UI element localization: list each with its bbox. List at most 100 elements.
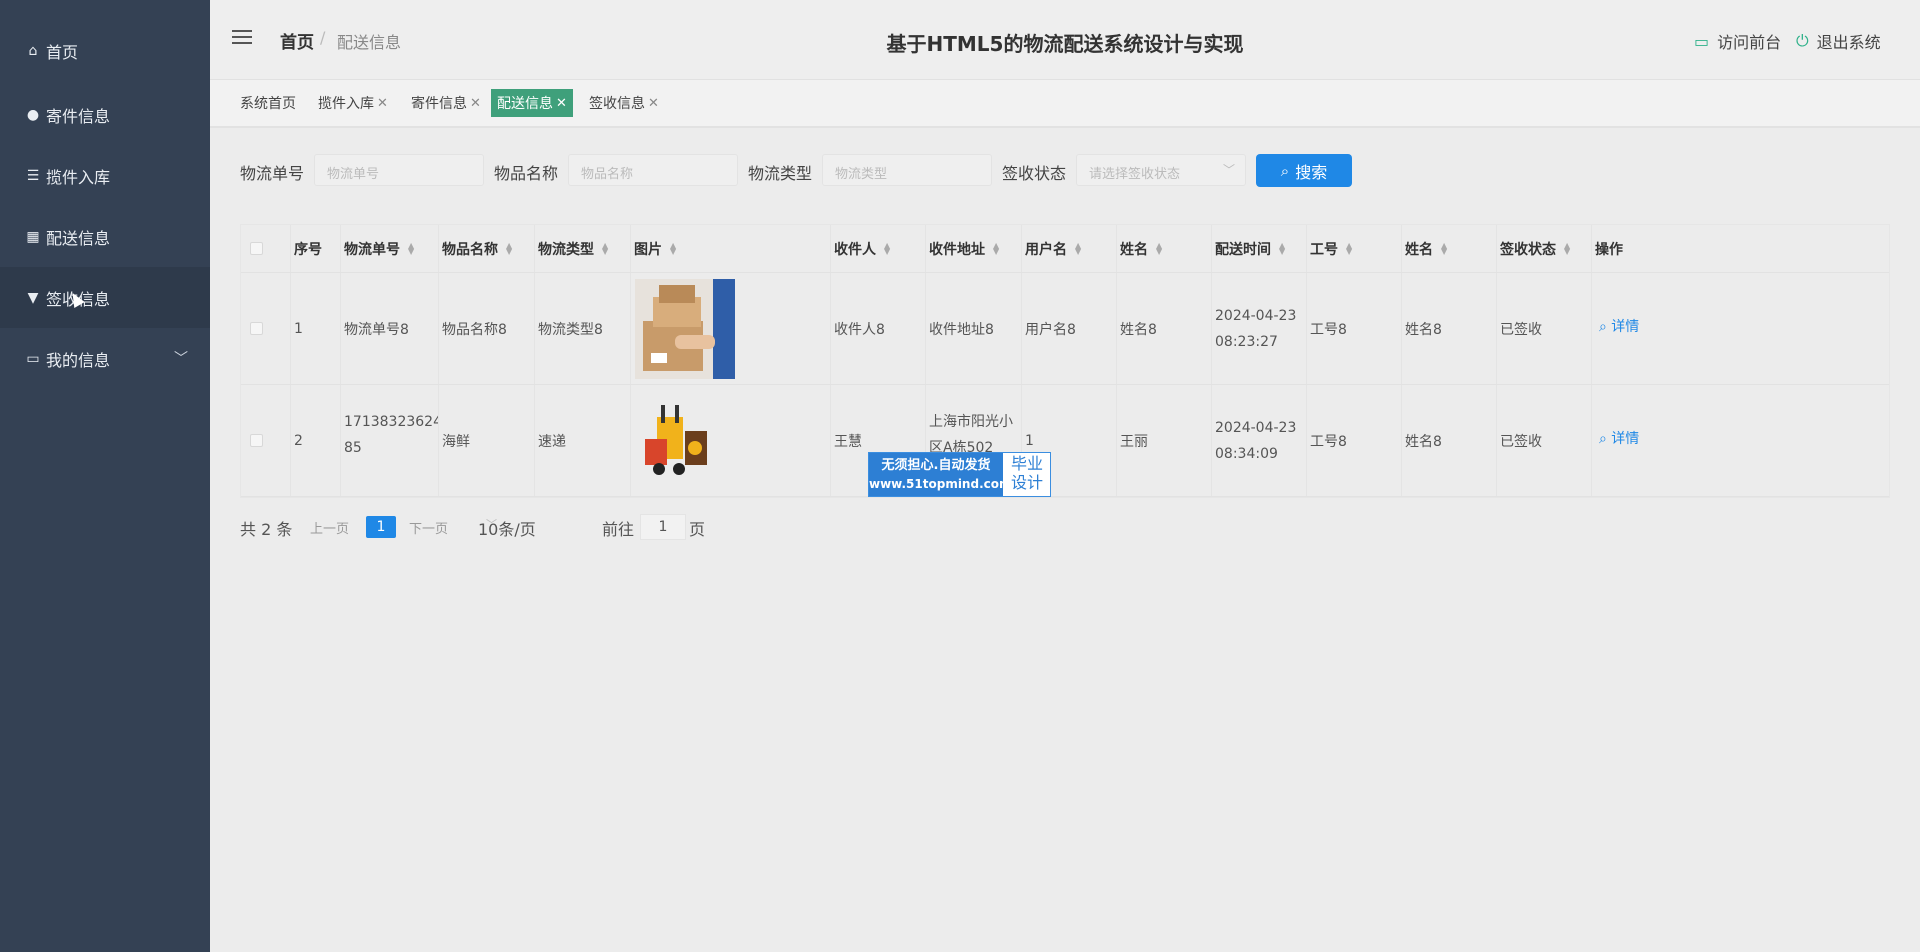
logout-button[interactable]: ⏻ 退出系统 <box>1796 29 1881 53</box>
sort-icon[interactable]: ▲ ▼ <box>1279 241 1285 255</box>
goto-page-input[interactable]: 1 <box>640 514 686 540</box>
stamp-icon: ▼ <box>27 289 39 306</box>
cell-address: 收件地址8 <box>926 273 1022 384</box>
time-clock: 08:23:27 <box>1215 333 1278 350</box>
close-icon[interactable]: ✕ <box>470 96 481 111</box>
type-input[interactable]: 物流类型 <box>822 154 992 186</box>
next-page-button[interactable]: 下一页 <box>409 518 448 537</box>
search-icon: ⌕ <box>1599 318 1607 335</box>
cell-staff-name: 姓名8 <box>1402 273 1497 384</box>
sort-icon[interactable]: ▲ ▼ <box>993 241 999 255</box>
col-label: 姓名 <box>1405 241 1433 258</box>
sort-icon[interactable]: ▲ ▼ <box>1346 241 1352 255</box>
cell-tracking: 17138323624 85 <box>341 385 439 496</box>
col-label: 工号 <box>1310 241 1338 258</box>
close-icon[interactable]: ✕ <box>377 96 388 111</box>
sort-icon[interactable]: ▲ ▼ <box>602 241 608 255</box>
col-label: 收件地址 <box>929 241 985 258</box>
item-input[interactable]: 物品名称 <box>568 154 738 186</box>
col-header[interactable]: 姓名 ▲ ▼ <box>1117 225 1212 272</box>
cell-tracking: 物流单号8 <box>341 273 439 384</box>
visit-front-button[interactable]: ▭ 访问前台 <box>1694 29 1781 53</box>
forklift-image[interactable] <box>635 390 735 491</box>
visit-front-label: 访问前台 <box>1717 33 1782 52</box>
detail-label: 详情 <box>1611 430 1640 447</box>
search-button[interactable]: ⌕ 搜索 <box>1256 154 1352 187</box>
status-placeholder: 请选择签收状态 <box>1089 167 1181 182</box>
tracking-input[interactable]: 物流单号 <box>314 154 484 186</box>
col-header[interactable]: 收件地址 ▲ ▼ <box>926 225 1022 272</box>
watermark-left: 无须担心.自动发货 www.51topmind.com <box>869 453 1012 496</box>
tracking-placeholder: 物流单号 <box>327 167 380 182</box>
close-icon[interactable]: ✕ <box>556 96 567 111</box>
sort-icon[interactable]: ▲ ▼ <box>670 241 676 255</box>
sort-icon[interactable]: ▲ ▼ <box>1075 241 1081 255</box>
monitor-icon: ▭ <box>1694 31 1710 51</box>
sidebar-item-my-info[interactable]: ▭ 我的信息 ﹀ <box>0 328 210 389</box>
detail-button[interactable]: ⌕ 详情 <box>1599 316 1639 336</box>
sidebar-item-sender-info[interactable]: ● 寄件信息 <box>0 84 210 145</box>
tab-pickup-storage[interactable]: 揽件入库 ✕ <box>312 89 394 117</box>
col-header[interactable]: 配送时间 ▲ ▼ <box>1212 225 1307 272</box>
sort-icon[interactable]: ▲ ▼ <box>884 241 890 255</box>
select-all-checkbox[interactable] <box>250 242 263 255</box>
tab-label: 揽件入库 <box>318 96 374 112</box>
cell-type: 物流类型8 <box>535 273 631 384</box>
cell-recipient: 收件人8 <box>831 273 926 384</box>
sort-icon[interactable]: ▲ ▼ <box>1564 241 1570 255</box>
col-label: 序号 <box>294 241 322 258</box>
prev-page-button[interactable]: 上一页 <box>310 518 349 537</box>
tab-delivery-info[interactable]: 配送信息 ✕ <box>491 89 573 117</box>
page-number-current[interactable]: 1 <box>366 516 396 538</box>
col-header[interactable]: 姓名 ▲ ▼ <box>1402 225 1497 272</box>
row-checkbox[interactable] <box>250 434 263 447</box>
cell-action: ⌕ 详情 <box>1592 273 1890 384</box>
row-checkbox[interactable] <box>250 322 263 335</box>
cell-item: 海鲜 <box>439 385 535 496</box>
search-icon: ⌕ <box>1280 161 1290 180</box>
close-icon[interactable]: ✕ <box>648 96 659 111</box>
time-date: 2024-04-23 <box>1215 307 1297 324</box>
col-header[interactable]: 物流单号 ▲ ▼ <box>341 225 439 272</box>
watermark-right2: 设计 <box>1010 473 1043 492</box>
col-label: 物品名称 <box>442 241 498 258</box>
watermark-right: 毕业 设计 <box>1005 454 1049 492</box>
sort-icon[interactable]: ▲ ▼ <box>1156 241 1162 255</box>
sidebar-item-delivery-info[interactable]: ▦ 配送信息 <box>0 206 210 267</box>
cell-name: 王丽 <box>1117 385 1212 496</box>
detail-label: 详情 <box>1611 318 1640 335</box>
cell-image <box>631 385 831 496</box>
status-select[interactable]: 请选择签收状态 ﹀ <box>1076 154 1246 186</box>
sidebar-item-sign-info[interactable]: ▼ 签收信息 <box>0 267 210 328</box>
sidebar-item-home[interactable]: ⌂ 首页 <box>0 20 210 81</box>
cell-username: 用户名8 <box>1022 273 1117 384</box>
sort-icon[interactable]: ▲ ▼ <box>408 241 414 255</box>
tab-sender-info[interactable]: 寄件信息 ✕ <box>405 89 487 117</box>
tab-bar: 系统首页 揽件入库 ✕ 寄件信息 ✕ 配送信息 ✕ 签收信息 ✕ <box>210 80 1920 128</box>
col-label: 图片 <box>634 241 662 258</box>
col-header[interactable]: 图片 ▲ ▼ <box>631 225 831 272</box>
col-header[interactable]: 物品名称 ▲ ▼ <box>439 225 535 272</box>
sidebar-item-label: 揽件入库 <box>46 167 111 187</box>
user-icon: ● <box>26 106 40 123</box>
col-header[interactable]: 签收状态 ▲ ▼ <box>1497 225 1592 272</box>
tab-sign-info[interactable]: 签收信息 ✕ <box>583 89 665 117</box>
col-header[interactable]: 用户名 ▲ ▼ <box>1022 225 1117 272</box>
tab-system-home[interactable]: 系统首页 <box>234 89 302 117</box>
detail-button[interactable]: ⌕ 详情 <box>1599 428 1639 448</box>
delivery-person-image[interactable] <box>635 278 735 379</box>
tab-label: 签收信息 <box>589 96 645 112</box>
delivery-table: 序号 物流单号 ▲ ▼ 物品名称 ▲ ▼ 物流类型 ▲ ▼ 图片 ▲ ▼ 收件人 ▲ ▼ 收件地址 ▲… <box>240 224 1890 498</box>
cell-staff-no: 工号8 <box>1307 385 1402 496</box>
col-header[interactable]: 序号 <box>291 225 341 272</box>
row-checkbox-cell <box>241 385 291 496</box>
sort-icon[interactable]: ▲ ▼ <box>1441 241 1447 255</box>
table-row: 1 物流单号8 物品名称8 物流类型8 收件人8 收件地址8 用户名8 姓名8 … <box>241 273 1889 385</box>
col-header[interactable]: 物流类型 ▲ ▼ <box>535 225 631 272</box>
sidebar-item-pickup-storage[interactable]: ☰ 揽件入库 <box>0 145 210 206</box>
type-placeholder: 物流类型 <box>835 167 888 182</box>
sort-icon[interactable]: ▲ ▼ <box>506 241 512 255</box>
col-header[interactable]: 收件人 ▲ ▼ <box>831 225 926 272</box>
sidebar-item-label: 配送信息 <box>46 228 111 248</box>
col-header[interactable]: 工号 ▲ ▼ <box>1307 225 1402 272</box>
